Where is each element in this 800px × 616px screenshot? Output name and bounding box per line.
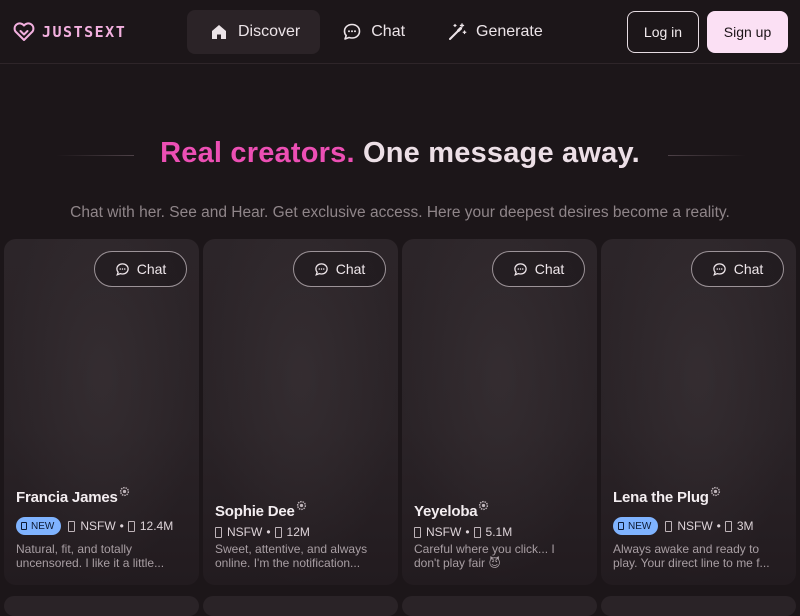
creator-meta: NSFW • 5.1M — [414, 525, 512, 539]
creator-description-line: play. Your direct line to me f... — [613, 556, 770, 570]
home-icon — [212, 25, 226, 39]
card-chat-label: Chat — [733, 261, 764, 277]
creator-description-line: don't play fair 😈 — [414, 556, 501, 570]
chat-bubble-icon — [314, 262, 328, 276]
rating-label: NSFW — [227, 525, 263, 539]
login-button[interactable]: Log in — [627, 11, 699, 53]
rating-label: NSFW — [80, 519, 116, 533]
nav-generate-label: Generate — [476, 23, 543, 40]
chat-bubble-icon — [712, 262, 726, 276]
top-navbar: JUSTSEXT Discover Chat Generate Log in S… — [0, 0, 800, 64]
new-badge: NEW — [16, 517, 62, 535]
followers-count: 3M — [736, 519, 754, 533]
creator-description-line: Careful where you click... I — [414, 542, 555, 556]
creator-card-peek — [601, 596, 796, 616]
new-badge-icon — [21, 522, 27, 530]
card-chat-button[interactable]: Chat — [94, 251, 187, 287]
meta-separator: • — [465, 525, 470, 539]
new-badge-label: NEW — [628, 520, 652, 532]
creator-card[interactable]: Chat Sophie Dee NSFW • 12M Sweet, attent… — [203, 239, 398, 585]
hero-title: Real creators. One message away. — [0, 137, 800, 170]
nav-generate[interactable]: Generate — [425, 10, 563, 54]
creator-card-peek — [203, 596, 398, 616]
creator-description-line: uncensored. I like it a little... — [16, 556, 165, 570]
creator-card-peek — [4, 596, 199, 616]
creator-description: Natural, fit, and totally uncensored. I … — [16, 542, 186, 570]
signup-button[interactable]: Sign up — [707, 11, 788, 53]
creator-name-text: Sophie Dee — [215, 503, 295, 520]
hero-title-rest: One message away. — [363, 137, 640, 169]
creator-card[interactable]: Chat Francia James NEW NSFW • 12.4M Natu… — [4, 239, 199, 585]
heart-logo-icon — [13, 22, 35, 41]
rating-icon — [68, 520, 76, 532]
creator-name-text: Yeyeloba — [414, 503, 478, 520]
card-chat-label: Chat — [136, 261, 167, 277]
creator-meta: NSFW • 12M — [215, 525, 310, 539]
rating-icon — [665, 520, 673, 532]
rating-label: NSFW — [426, 525, 462, 539]
creator-description: Always awake and ready to play. Your dir… — [613, 542, 783, 570]
creator-name[interactable]: Yeyeloba — [414, 500, 489, 520]
magic-wand-icon — [449, 23, 467, 40]
nav-chat-label: Chat — [371, 23, 406, 40]
chat-bubble-icon — [115, 262, 129, 276]
rating-icon — [215, 526, 222, 538]
card-chat-label: Chat — [534, 261, 565, 277]
creator-description: Sweet, attentive, and always online. I'm… — [215, 542, 385, 570]
new-badge-icon — [618, 522, 624, 530]
chat-bubble-icon — [513, 262, 527, 276]
verified-badge-icon — [710, 486, 720, 497]
meta-separator: • — [266, 525, 271, 539]
card-chat-button[interactable]: Chat — [492, 251, 585, 287]
nav-chat[interactable]: Chat — [320, 10, 425, 54]
meta-separator: • — [716, 519, 721, 533]
verified-badge-icon — [479, 500, 489, 511]
rating-icon — [414, 526, 421, 538]
verified-badge-icon — [119, 486, 129, 497]
followers-count: 12M — [286, 525, 310, 539]
creator-card[interactable]: Chat Yeyeloba NSFW • 5.1M Careful where … — [402, 239, 597, 585]
hero-title-accent: Real creators. — [160, 137, 355, 169]
creator-name-text: Francia James — [16, 489, 118, 506]
followers-icon — [473, 526, 481, 538]
new-badge-label: NEW — [31, 520, 55, 532]
creator-description: Careful where you click... I don't play … — [414, 542, 584, 570]
followers-icon — [274, 526, 282, 538]
creator-card[interactable]: Chat Lena the Plug NEW NSFW • 3M Always … — [601, 239, 796, 585]
verified-badge-icon — [296, 500, 306, 511]
new-badge: NEW — [613, 517, 659, 535]
creator-name[interactable]: Francia James — [16, 486, 130, 506]
rating-label: NSFW — [677, 519, 713, 533]
followers-count: 12.4M — [139, 519, 174, 533]
brand-name: JUSTSEXT — [42, 23, 127, 41]
chat-bubble-icon — [343, 23, 361, 40]
creator-description-line: Natural, fit, and totally — [16, 542, 133, 556]
nav-discover[interactable]: Discover — [187, 10, 321, 54]
creator-description-line: online. I'm the notification... — [215, 556, 361, 570]
creator-name-text: Lena the Plug — [613, 489, 709, 506]
followers-icon — [724, 520, 732, 532]
followers-count: 5.1M — [485, 525, 513, 539]
card-chat-label: Chat — [335, 261, 366, 277]
creator-description-line: Always awake and ready to — [613, 542, 760, 556]
hero-subtitle: Chat with her. See and Hear. Get exclusi… — [70, 204, 730, 221]
nav-discover-label: Discover — [238, 23, 301, 40]
creator-card-peek — [402, 596, 597, 616]
creator-name[interactable]: Lena the Plug — [613, 486, 721, 506]
creator-meta: NEW NSFW • 12.4M — [16, 517, 173, 535]
card-chat-button[interactable]: Chat — [691, 251, 784, 287]
followers-icon — [127, 520, 135, 532]
creator-name[interactable]: Sophie Dee — [215, 500, 307, 520]
brand-logo[interactable]: JUSTSEXT — [12, 20, 126, 44]
main-nav: Discover Chat Generate — [187, 10, 563, 54]
meta-separator: • — [119, 519, 124, 533]
creator-description-line: Sweet, attentive, and always — [215, 542, 368, 556]
card-chat-button[interactable]: Chat — [293, 251, 386, 287]
creator-meta: NEW NSFW • 3M — [613, 517, 754, 535]
